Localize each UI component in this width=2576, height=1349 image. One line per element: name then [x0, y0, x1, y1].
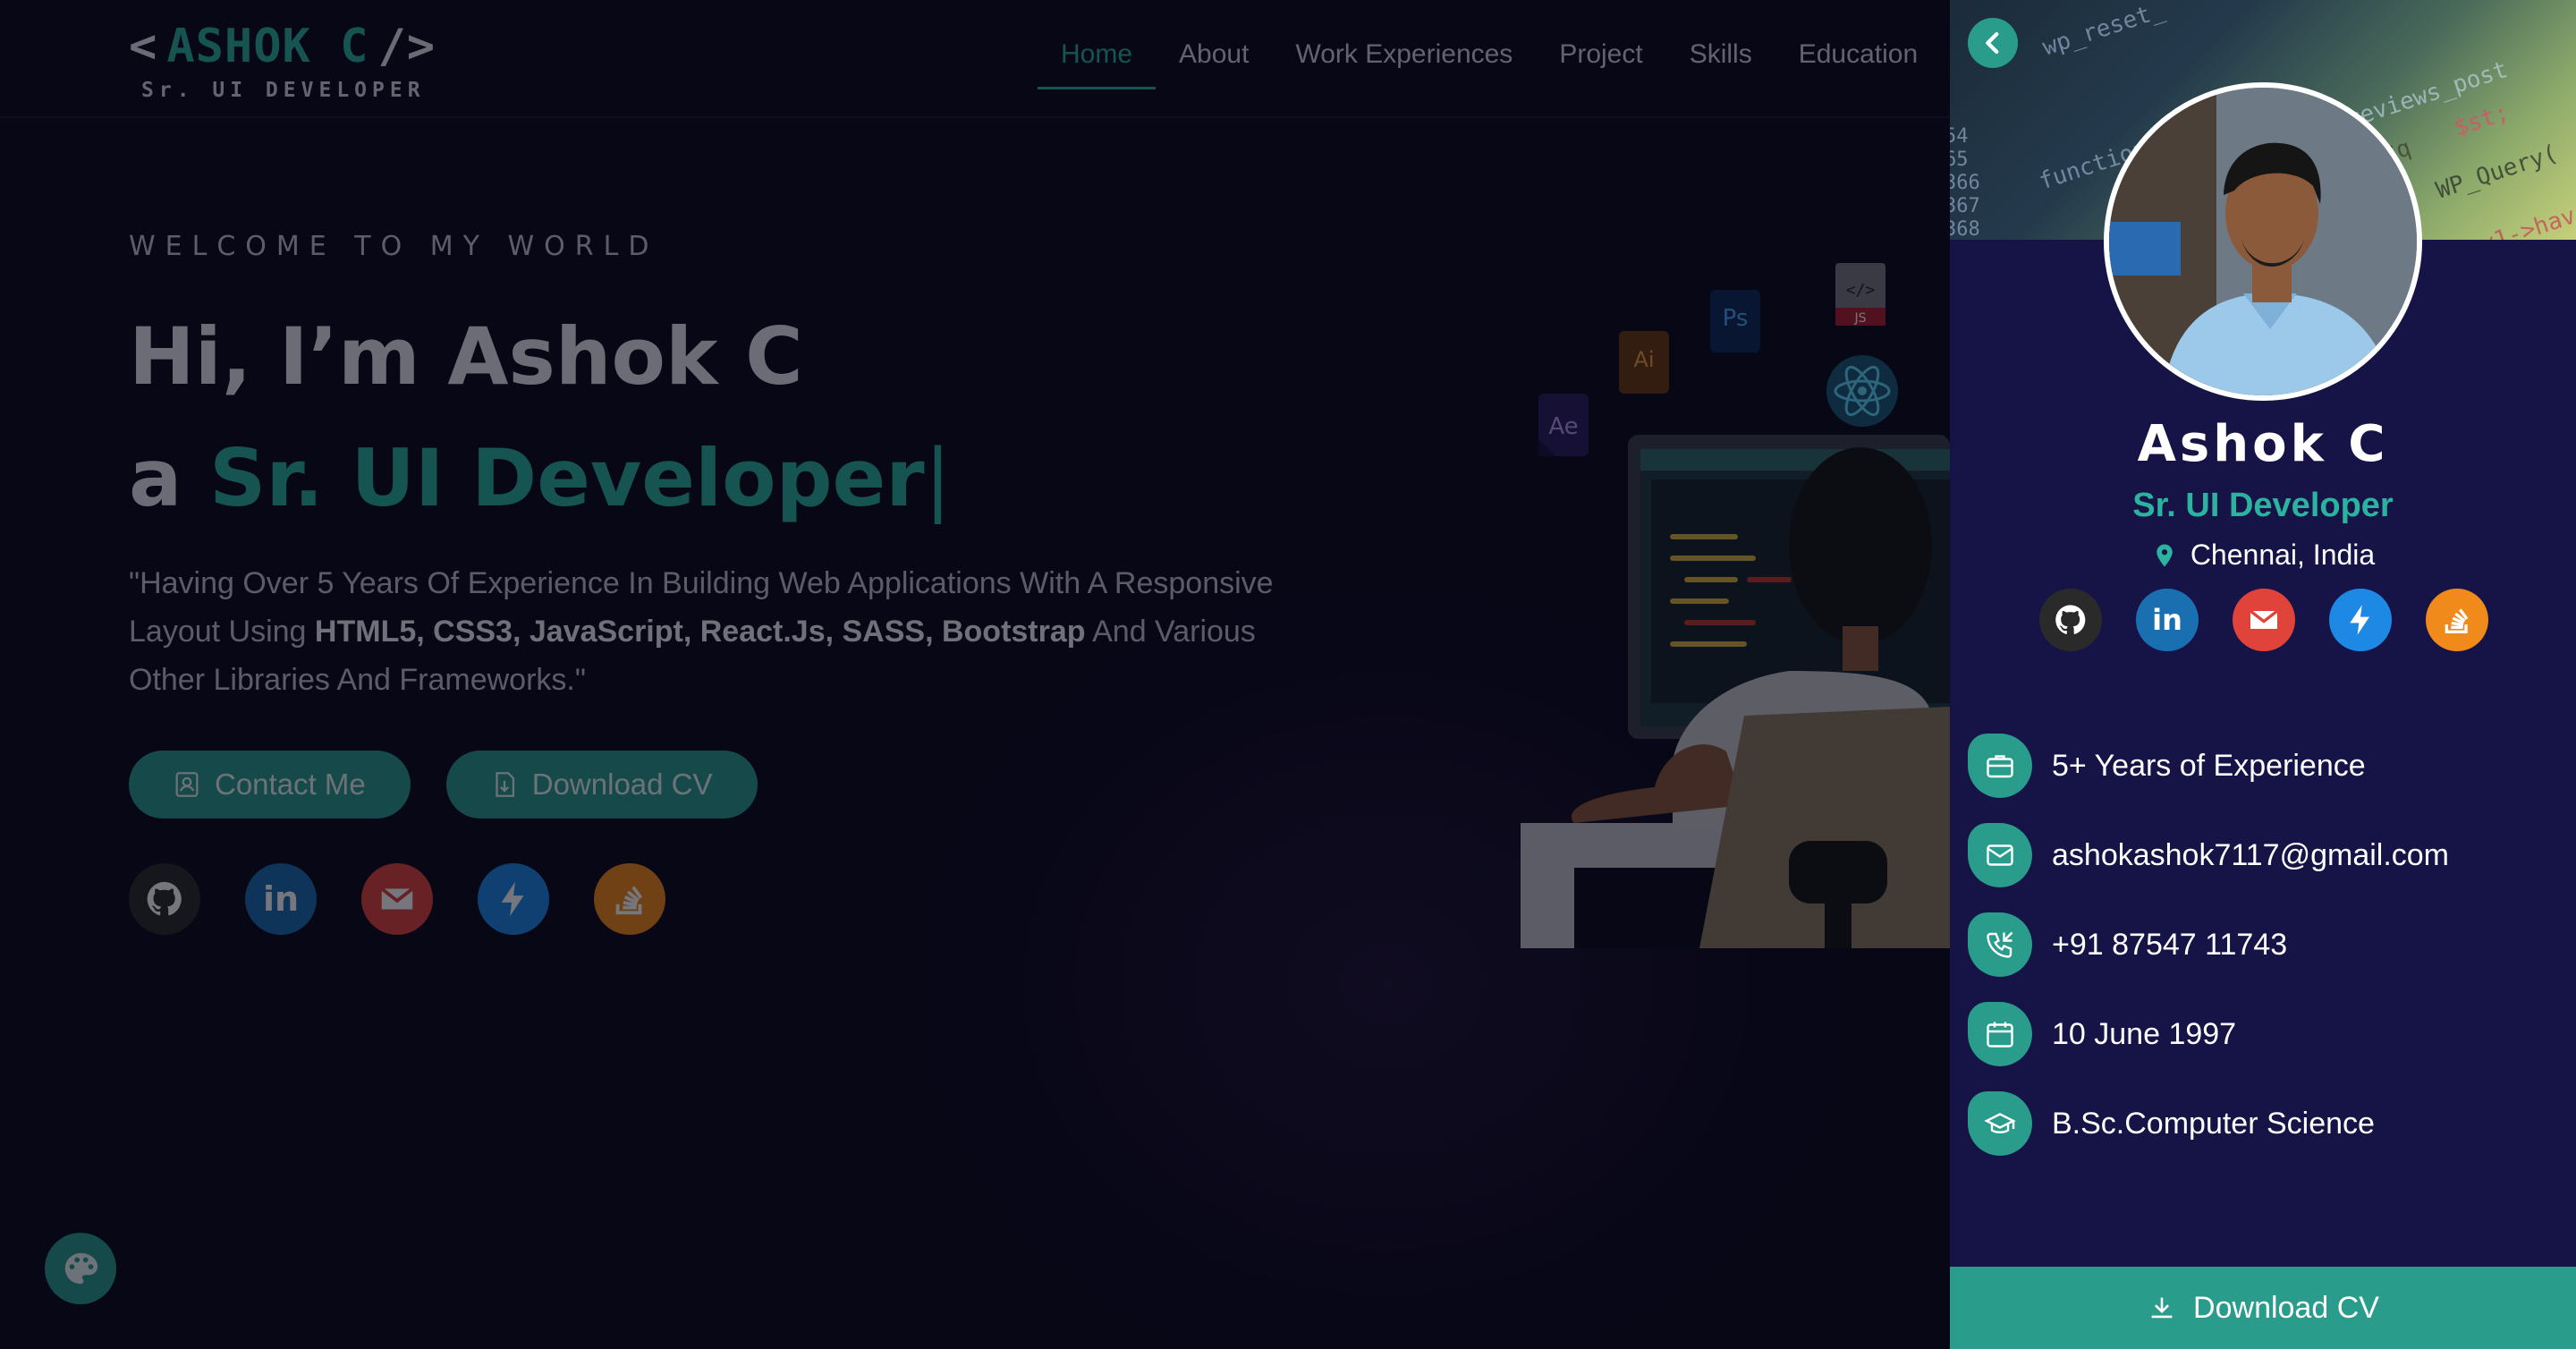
js-file-badge: JS </> [1835, 263, 1885, 326]
profile-name: Ashok C [2137, 415, 2389, 473]
info-experience: 5+ Years of Experience [1968, 721, 2558, 810]
hero-section: WELCOME TO MY WORLD Hi, I’m Ashok C a Sr… [129, 231, 1381, 935]
info-text: 5+ Years of Experience [2052, 748, 2366, 783]
info-text: ashokashok7117@gmail.com [2052, 837, 2450, 872]
info-text: 10 June 1997 [2052, 1016, 2237, 1051]
banner-code-line: $st; [2451, 98, 2512, 142]
lightning-icon[interactable] [2329, 589, 2392, 651]
banner-line-number: 368 [1950, 218, 1980, 240]
react-atom-icon [1826, 355, 1898, 427]
contact-card-icon [175, 772, 199, 797]
info-email[interactable]: ashokashok7117@gmail.com [1968, 810, 2558, 900]
nav-work-experiences[interactable]: Work Experiences [1272, 39, 1536, 89]
panel-download-cv-button[interactable]: Download CV [1950, 1267, 2576, 1349]
profile-side-panel: wp_reset_ $best_reviews_post function WP… [1950, 0, 2576, 1349]
banner-code-line: WP_Query( [2433, 140, 2562, 205]
avatar [2104, 82, 2422, 401]
logo-text: < ASHOK C /> [129, 20, 436, 73]
contact-me-button[interactable]: Contact Me [129, 751, 411, 819]
banner-code-line: wp_reset_ [2039, 0, 2168, 62]
banner-line-number: 65 [1950, 148, 1969, 171]
ps-badge-label: Ps [1723, 305, 1749, 332]
phone-icon [1968, 912, 2032, 977]
palette-glyph [64, 1252, 98, 1285]
contact-me-label: Contact Me [215, 768, 366, 801]
banner-line-number: 54 [1950, 125, 1969, 148]
illustrator-badge: Ai [1619, 331, 1669, 394]
download-cv-label: Download CV [531, 768, 713, 801]
role-text: Sr. UI Developer [209, 432, 925, 524]
typing-cursor: | [924, 432, 952, 524]
after-effects-badge: Ae [1538, 394, 1589, 456]
hero-title: Hi, I’m Ashok C [129, 310, 803, 403]
profile-role: Sr. UI Developer [2132, 487, 2394, 524]
site-logo[interactable]: < ASHOK C /> Sr. UI DEVELOPER [129, 20, 436, 102]
main-nav: Home About Work Experiences Project Skil… [1038, 39, 1941, 89]
ai-badge-label: Ai [1633, 347, 1654, 372]
hero-description: "Having Over 5 Years Of Experience In Bu… [129, 559, 1292, 704]
banner-line-number: 366 [1950, 172, 1980, 194]
linkedin-icon[interactable]: in [2136, 589, 2199, 651]
info-phone[interactable]: +91 87547 11743 [1968, 900, 2558, 989]
logo-subtitle: Sr. UI DEVELOPER [141, 79, 426, 102]
developer-illustration: Ae Ai Ps JS </> [1521, 250, 1950, 948]
nav-about[interactable]: About [1156, 39, 1272, 89]
logo-close-bracket: /> [377, 20, 436, 73]
calendar-icon [1968, 1002, 2032, 1066]
info-text: +91 87547 11743 [2052, 927, 2288, 962]
location-text: Chennai, India [2190, 539, 2376, 571]
palette-icon[interactable] [45, 1233, 116, 1304]
banner-code-line: ery1->have [2451, 198, 2576, 240]
linkedin-icon[interactable]: in [245, 863, 317, 935]
briefcase-icon [1968, 734, 2032, 798]
graduation-cap-icon [1968, 1091, 2032, 1156]
github-icon[interactable] [129, 863, 200, 935]
nav-project[interactable]: Project [1536, 39, 1665, 89]
ae-badge-label: Ae [1548, 413, 1578, 440]
info-text: B.Sc.Computer Science [2052, 1106, 2375, 1141]
nav-education[interactable]: Education [1775, 39, 1941, 89]
photoshop-badge: Ps [1710, 290, 1760, 352]
profile-info-list: 5+ Years of Experience ashokashok7117@gm… [1968, 721, 2558, 1168]
stackoverflow-icon[interactable] [594, 863, 665, 935]
mail-icon[interactable] [361, 863, 433, 935]
code-tag-glyph: </> [1846, 281, 1876, 300]
download-icon [2151, 1297, 2173, 1319]
github-icon[interactable] [2039, 589, 2102, 651]
hero-buttons: Contact Me Download CV [129, 751, 1381, 819]
logo-open-bracket: < [129, 20, 158, 73]
chevron-left-icon [1986, 31, 1999, 55]
close-panel-button[interactable] [1968, 18, 2018, 68]
panel-social-links: in [2039, 589, 2488, 651]
nav-skills[interactable]: Skills [1666, 39, 1775, 89]
js-badge-label: JS [1853, 311, 1866, 326]
info-birthdate: 10 June 1997 [1968, 989, 2558, 1079]
hero-role: a Sr. UI Developer| [129, 434, 1381, 523]
hero-social-links: in [129, 863, 1381, 935]
welcome-text: WELCOME TO MY WORLD [129, 231, 659, 262]
download-cv-button[interactable]: Download CV [445, 751, 758, 819]
logo-name: ASHOK C [166, 20, 369, 73]
role-prefix: a [129, 432, 182, 524]
stackoverflow-icon[interactable] [2426, 589, 2488, 651]
panel-download-cv-label: Download CV [2193, 1290, 2379, 1325]
info-education: B.Sc.Computer Science [1968, 1079, 2558, 1168]
file-download-icon [496, 772, 514, 797]
desc-tech: HTML5, CSS3, JavaScript, React.Js, SASS,… [314, 615, 1086, 649]
mail-icon[interactable] [2233, 589, 2295, 651]
banner-line-number: 367 [1950, 195, 1980, 217]
top-navbar: < ASHOK C /> Sr. UI DEVELOPER Home About… [0, 0, 1950, 118]
profile-location: Chennai, India [1950, 539, 2576, 572]
nav-home[interactable]: Home [1038, 39, 1157, 89]
lightning-icon[interactable] [478, 863, 549, 935]
location-pin-icon [2157, 544, 2173, 566]
mail-icon [1968, 823, 2032, 887]
